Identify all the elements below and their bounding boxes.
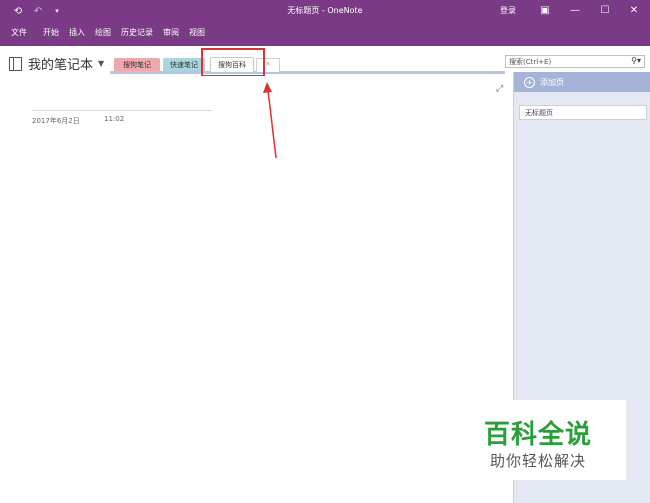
annotation-arrow-icon — [263, 82, 277, 159]
login-link[interactable]: 登录 — [500, 5, 516, 16]
tab-quick-notes[interactable]: 快速笔记 — [163, 58, 205, 71]
search-input[interactable]: 搜索(Ctrl+E) ⚲▾ — [505, 55, 645, 68]
search-icon[interactable]: ⚲▾ — [631, 56, 641, 65]
chevron-down-icon: ▼ — [98, 59, 105, 68]
page-time: 11:02 — [104, 115, 125, 123]
menu-draw[interactable]: 绘图 — [95, 27, 111, 39]
watermark: 百科全说 助你轻松解决 — [470, 400, 626, 480]
add-page-label: 添加页 — [540, 77, 564, 87]
notebook-name: 我的笔记本 — [28, 58, 94, 73]
watermark-subtitle: 助你轻松解决 — [490, 452, 587, 470]
notebook-selector[interactable]: 我的笔记本 ▼ — [9, 54, 104, 73]
page-list-item[interactable]: 无标题页 — [519, 105, 647, 120]
menu-file[interactable]: 文件 — [11, 27, 27, 39]
menu-history[interactable]: 历史记录 — [121, 27, 153, 39]
expand-icon[interactable]: ⤢ — [496, 84, 503, 94]
menu-insert[interactable]: 插入 — [69, 27, 85, 39]
watermark-title: 百科全说 — [484, 420, 593, 450]
close-button[interactable]: ✕ — [619, 2, 649, 18]
tab-sogou-notes[interactable]: 搜狗笔记 — [114, 58, 160, 71]
page-title-line[interactable] — [32, 110, 212, 111]
title-bar: ⟲ ↶ ▾ 无标题页 - OneNote 登录 ▣ — ☐ ✕ 文件 开始 插入… — [0, 0, 650, 46]
page-canvas[interactable] — [0, 76, 513, 503]
ribbon-display-options-button[interactable]: ▣ — [530, 2, 560, 18]
highlight-box — [201, 48, 265, 77]
minimize-button[interactable]: — — [560, 2, 590, 18]
add-page-button[interactable]: + 添加页 — [514, 72, 650, 92]
menu-home[interactable]: 开始 — [43, 27, 59, 39]
menu-review[interactable]: 审阅 — [163, 27, 179, 39]
maximize-button[interactable]: ☐ — [590, 2, 620, 18]
notebook-icon — [9, 56, 22, 71]
section-tab-strip — [110, 71, 505, 74]
search-placeholder: 搜索(Ctrl+E) — [509, 57, 552, 66]
menu-view[interactable]: 视图 — [189, 27, 205, 39]
add-icon: + — [524, 76, 535, 88]
ribbon-menu: 文件 开始 插入 绘图 历史记录 审阅 视图 — [0, 27, 211, 39]
page-date: 2017年6月2日 — [32, 117, 80, 125]
